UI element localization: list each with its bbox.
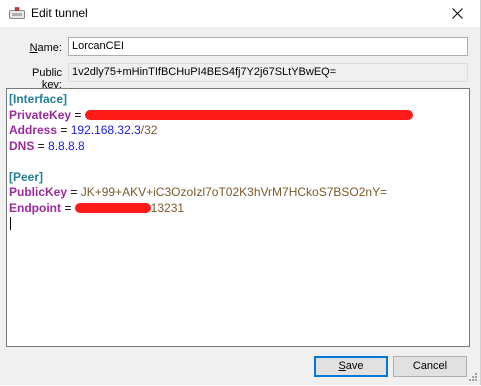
address-mask: /32 [140,123,158,137]
peer-public-key-key: PublicKey [9,185,68,199]
address-ip: 192.168.32.3 [70,123,141,137]
save-label: ave [345,360,364,372]
cancel-button[interactable]: Cancel [393,356,467,377]
equals-sign: = [34,138,49,153]
equals-sign: = [71,107,85,122]
endpoint-key: Endpoint [9,200,61,215]
address-key: Address [9,123,58,137]
close-icon[interactable] [434,0,480,27]
save-mnemonic: S [338,360,346,372]
peer-section-header: [Peer] [9,169,44,184]
interface-section-header: [Interface] [9,92,68,106]
redacted-endpoint-host [74,203,151,214]
save-button[interactable]: Save [314,356,388,377]
config-line: Endpoint = 13231 [9,201,467,217]
title-bar[interactable]: Edit tunnel [0,0,480,27]
config-line: [Peer] [9,170,467,186]
tunnel-name-input[interactable]: LorcanCEI [68,37,468,56]
name-label-mnemonic: N [29,42,38,54]
public-key-field[interactable]: 1v2dly75+mHinTIfBCHuPI4BES4fj7Y2j67SLtYB… [68,63,468,82]
text-cursor [10,217,11,230]
dns-value: 8.8.8.8 [48,138,85,153]
config-line-cursor [9,216,467,232]
equals-sign: = [60,200,75,215]
endpoint-port: 13231 [150,200,185,215]
private-key-key: PrivateKey [9,107,72,122]
window-title: Edit tunnel [31,6,88,20]
config-line-blank [9,154,467,170]
edit-tunnel-dialog: Edit tunnel Name: LorcanCEI Public key: … [0,0,481,385]
config-line: [Interface] [9,92,467,108]
dns-key: DNS [9,138,35,153]
wireguard-tunnel-icon [9,7,25,21]
config-line: PublicKey = JK+99+AKV+iC3OzoIzl7oT02K3hV… [9,185,467,201]
resize-grip-icon[interactable] [467,372,477,382]
redacted-private-key [84,110,413,121]
config-line: Address = 192.168.32.3/32 [9,123,467,139]
config-line: DNS = 8.8.8.8 [9,139,467,155]
config-line: PrivateKey = [9,108,467,124]
equals-sign: = [57,123,71,137]
config-editor[interactable]: [Interface] PrivateKey = Address = 192.1… [6,88,470,347]
peer-public-key-value: JK+99+AKV+iC3OzoIzl7oT02K3hVrM7HCkoS7BSO… [80,185,388,199]
public-key-value: 1v2dly75+mHinTIfBCHuPI4BES4fj7Y2j67SLtYB… [72,66,337,78]
tunnel-name-value: LorcanCEI [72,40,124,52]
name-label: Name: [10,42,62,54]
name-label-text: ame: [37,42,62,54]
equals-sign: = [67,185,81,199]
